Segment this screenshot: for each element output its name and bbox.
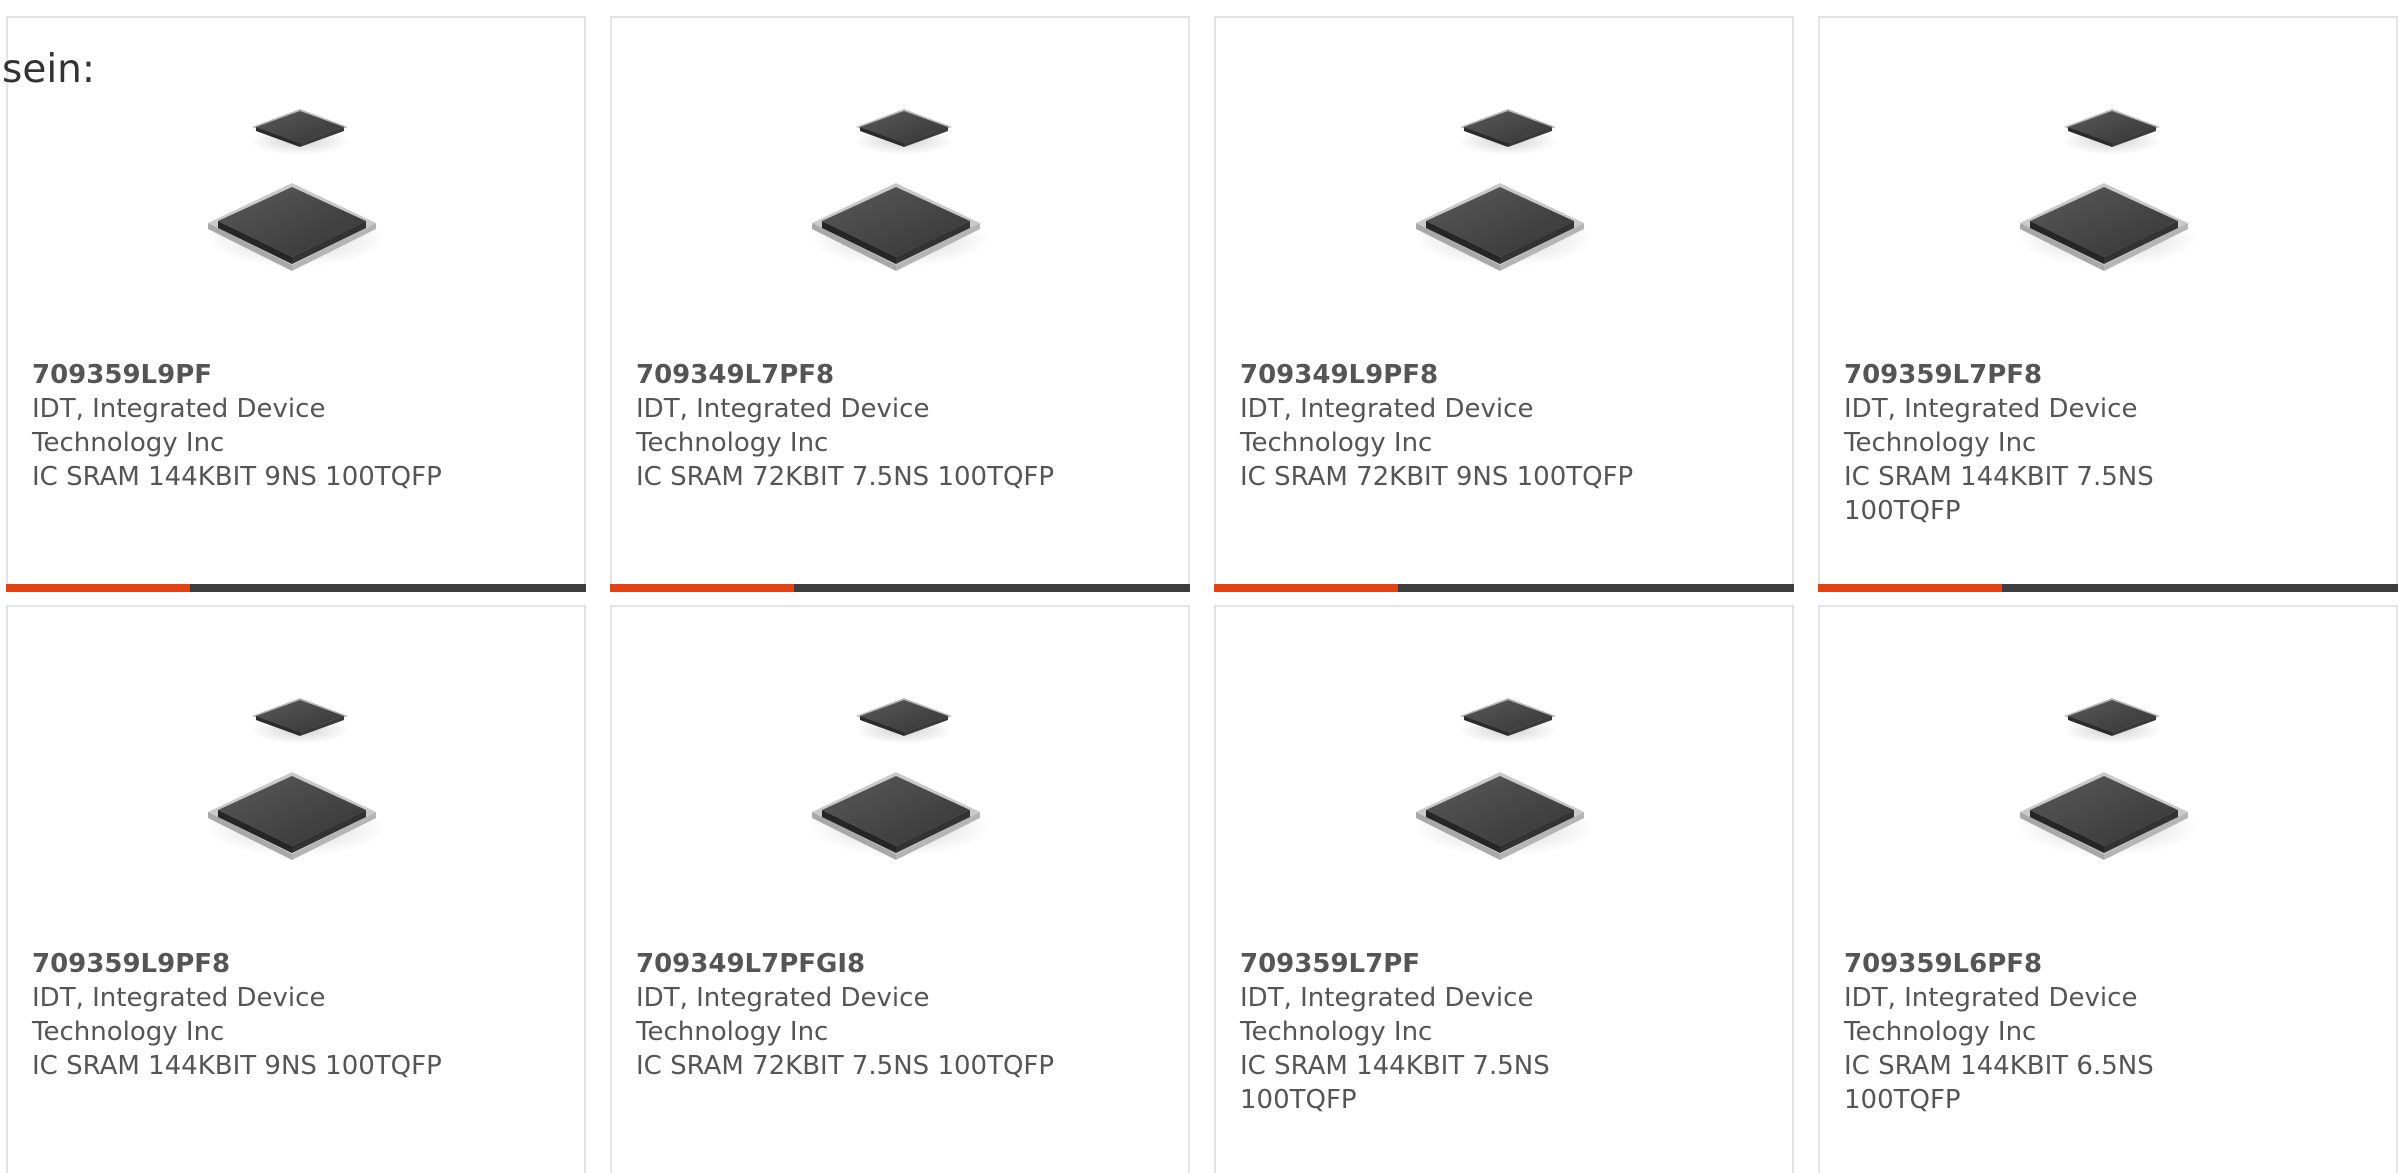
- manufacturer-name: IDT, Integrated Device Technology Inc: [636, 983, 930, 1047]
- qfp-chip-image: [206, 109, 386, 271]
- manufacturer-name: IDT, Integrated Device Technology Inc: [32, 394, 326, 458]
- product-description: IC SRAM 72KBIT 7.5NS 100TQFP: [636, 462, 1055, 492]
- product-card[interactable]: 709359L7PF IDT, Integrated Device Techno…: [1214, 605, 1794, 1173]
- product-image[interactable]: [1822, 673, 2394, 893]
- card-accent-bar: [1818, 584, 2398, 592]
- product-card[interactable]: 709359L9PF IDT, Integrated Device Techno…: [6, 16, 586, 592]
- product-image[interactable]: [1218, 673, 1790, 893]
- product-info: 709359L6PF8 IDT, Integrated Device Techn…: [1844, 947, 2274, 1117]
- qfp-chip-image: [2018, 698, 2198, 860]
- card-accent-bar: [610, 584, 1190, 592]
- part-number-link[interactable]: 709349L7PFGI8: [636, 947, 1066, 981]
- card-accent-bar: [1214, 584, 1794, 592]
- card-accent-bar: [6, 584, 586, 592]
- manufacturer-name: IDT, Integrated Device Technology Inc: [636, 394, 930, 458]
- part-number-link[interactable]: 709349L7PF8: [636, 358, 1066, 392]
- product-image[interactable]: [1218, 84, 1790, 304]
- product-description: IC SRAM 144KBIT 9NS 100TQFP: [32, 1051, 442, 1081]
- manufacturer-name: IDT, Integrated Device Technology Inc: [1844, 983, 2138, 1047]
- manufacturer-name: IDT, Integrated Device Technology Inc: [32, 983, 326, 1047]
- part-number-link[interactable]: 709359L7PF8: [1844, 358, 2274, 392]
- product-description: IC SRAM 144KBIT 7.5NS 100TQFP: [1844, 462, 2154, 526]
- product-card[interactable]: 709349L7PF8 IDT, Integrated Device Techn…: [610, 16, 1190, 592]
- part-number-link[interactable]: 709349L9PF8: [1240, 358, 1670, 392]
- card-accent-fill: [610, 584, 794, 592]
- product-description: IC SRAM 72KBIT 7.5NS 100TQFP: [636, 1051, 1055, 1081]
- qfp-chip-image: [810, 698, 990, 860]
- manufacturer-name: IDT, Integrated Device Technology Inc: [1240, 983, 1534, 1047]
- part-number-link[interactable]: 709359L6PF8: [1844, 947, 2274, 981]
- product-description: IC SRAM 144KBIT 9NS 100TQFP: [32, 462, 442, 492]
- product-image[interactable]: [614, 84, 1186, 304]
- qfp-chip-image: [206, 698, 386, 860]
- part-number-link[interactable]: 709359L9PF8: [32, 947, 462, 981]
- product-description: IC SRAM 72KBIT 9NS 100TQFP: [1240, 462, 1634, 492]
- product-image[interactable]: [10, 84, 582, 304]
- card-accent-fill: [1818, 584, 2002, 592]
- product-image[interactable]: [614, 673, 1186, 893]
- qfp-chip-image: [1414, 698, 1594, 860]
- product-card[interactable]: 709349L9PF8 IDT, Integrated Device Techn…: [1214, 16, 1794, 592]
- product-image[interactable]: [1822, 84, 2394, 304]
- product-info: 709359L9PF8 IDT, Integrated Device Techn…: [32, 947, 462, 1083]
- card-accent-fill: [1214, 584, 1398, 592]
- product-card[interactable]: 709359L6PF8 IDT, Integrated Device Techn…: [1818, 605, 2398, 1173]
- manufacturer-name: IDT, Integrated Device Technology Inc: [1844, 394, 2138, 458]
- product-info: 709349L9PF8 IDT, Integrated Device Techn…: [1240, 358, 1670, 494]
- product-card[interactable]: 709359L7PF8 IDT, Integrated Device Techn…: [1818, 16, 2398, 592]
- product-info: 709359L7PF8 IDT, Integrated Device Techn…: [1844, 358, 2274, 528]
- qfp-chip-image: [810, 109, 990, 271]
- product-description: IC SRAM 144KBIT 6.5NS 100TQFP: [1844, 1051, 2154, 1115]
- part-number-link[interactable]: 709359L7PF: [1240, 947, 1670, 981]
- product-card[interactable]: 709359L9PF8 IDT, Integrated Device Techn…: [6, 605, 586, 1173]
- lead-text: sein:: [2, 47, 96, 92]
- part-number-link[interactable]: 709359L9PF: [32, 358, 462, 392]
- product-info: 709349L7PFGI8 IDT, Integrated Device Tec…: [636, 947, 1066, 1083]
- product-info: 709359L7PF IDT, Integrated Device Techno…: [1240, 947, 1670, 1117]
- qfp-chip-image: [1414, 109, 1594, 271]
- product-grid-page: sein: 709359L9PF IDT, Integrated Device …: [0, 0, 2400, 1173]
- product-info: 709359L9PF IDT, Integrated Device Techno…: [32, 358, 462, 494]
- product-card[interactable]: 709349L7PFGI8 IDT, Integrated Device Tec…: [610, 605, 1190, 1173]
- manufacturer-name: IDT, Integrated Device Technology Inc: [1240, 394, 1534, 458]
- qfp-chip-image: [2018, 109, 2198, 271]
- card-accent-fill: [6, 584, 190, 592]
- product-image[interactable]: [10, 673, 582, 893]
- product-description: IC SRAM 144KBIT 7.5NS 100TQFP: [1240, 1051, 1550, 1115]
- product-info: 709349L7PF8 IDT, Integrated Device Techn…: [636, 358, 1066, 494]
